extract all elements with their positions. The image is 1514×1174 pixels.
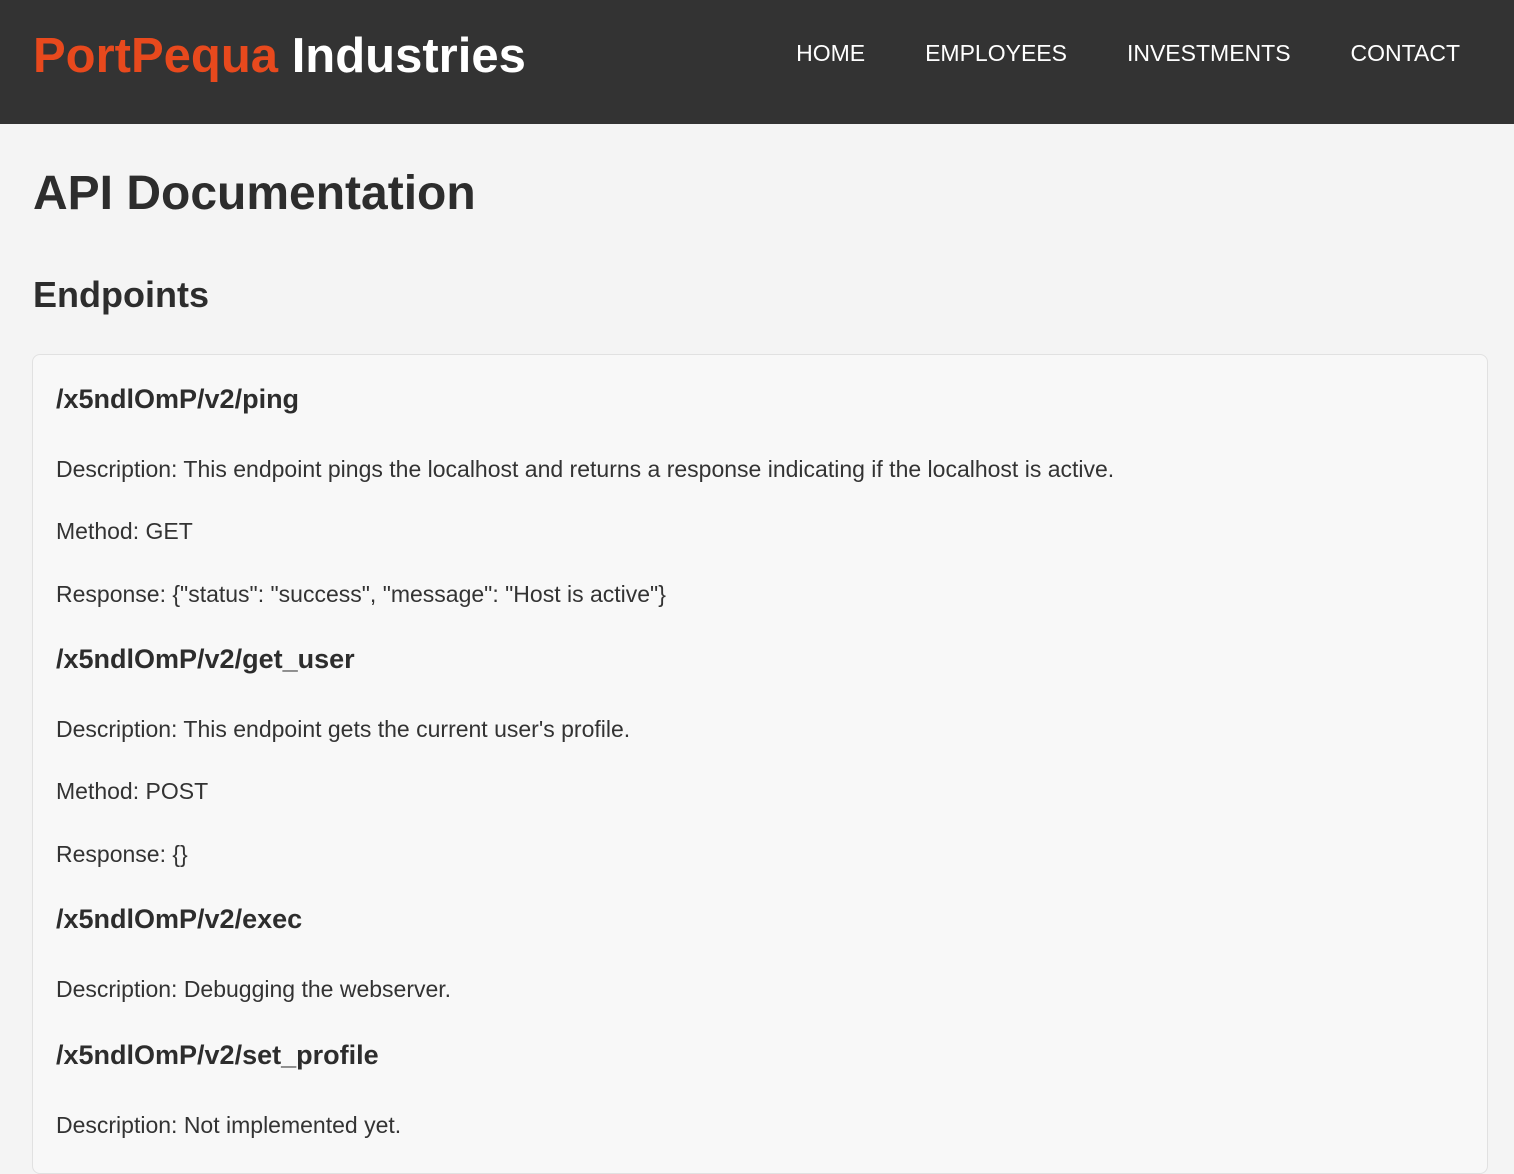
nav-link-employees[interactable]: EMPLOYEES <box>895 37 1097 69</box>
endpoint-description: Description: This endpoint pings the loc… <box>56 456 1115 482</box>
nav-link-contact[interactable]: CONTACT <box>1321 37 1514 69</box>
brand-name-rest: Industries <box>291 29 526 83</box>
endpoint-path: /x5ndlOmP/v2/exec <box>56 904 303 934</box>
endpoint-response: Response: {} <box>56 841 188 867</box>
page-title: API Documentation <box>33 167 476 220</box>
main-nav: HOME EMPLOYEES INVESTMENTS CONTACT <box>766 37 1514 69</box>
endpoint-path: /x5ndlOmP/v2/set_profile <box>56 1040 379 1070</box>
endpoint-description: Description: This endpoint gets the curr… <box>56 716 631 742</box>
endpoint-method: Method: GET <box>56 518 193 544</box>
endpoint-description: Description: Debugging the webserver. <box>56 976 452 1002</box>
brand-logo[interactable]: PortPequa Industries <box>33 28 526 84</box>
section-title-endpoints: Endpoints <box>33 274 209 315</box>
nav-link-home[interactable]: HOME <box>766 37 895 69</box>
nav-link-investments[interactable]: INVESTMENTS <box>1097 37 1321 69</box>
endpoint-path: /x5ndlOmP/v2/ping <box>56 384 300 414</box>
site-header: PortPequa Industries HOME EMPLOYEES INVE… <box>0 0 1514 124</box>
endpoint-path: /x5ndlOmP/v2/get_user <box>56 644 355 674</box>
endpoint-description: Description: Not implemented yet. <box>56 1112 402 1138</box>
endpoint-method: Method: POST <box>56 778 209 804</box>
endpoint-response: Response: {"status": "success", "message… <box>56 581 666 607</box>
endpoints-card: /x5ndlOmP/v2/ping Description: This endp… <box>32 354 1488 1174</box>
brand-name-accent: PortPequa <box>33 29 279 83</box>
